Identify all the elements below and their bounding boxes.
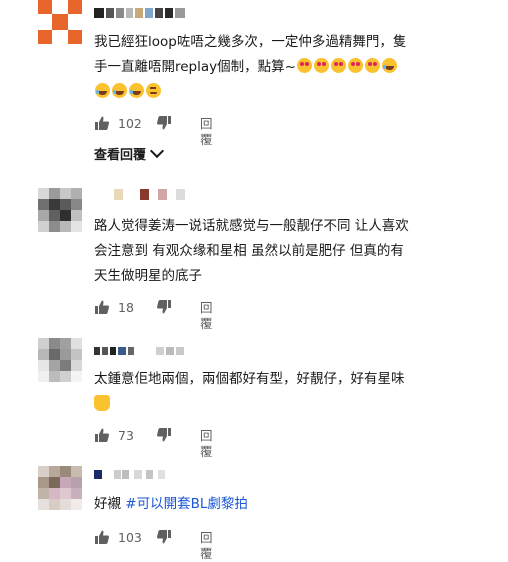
laughing-emoji-icon: [95, 83, 110, 98]
thumbs-up-icon[interactable]: [94, 427, 110, 443]
comment-text-line: 手一直離唔開replay個制，點算~: [94, 59, 296, 75]
reply-button[interactable]: 回覆: [200, 428, 213, 460]
thumbs-up-icon[interactable]: [94, 115, 110, 131]
heart-eyes-emoji-icon: [313, 58, 329, 73]
heart-eyes-emoji-icon: [296, 58, 312, 73]
avatar[interactable]: [38, 338, 82, 382]
thumbs-down-icon[interactable]: [156, 115, 172, 131]
thumbs-down-icon[interactable]: [156, 299, 172, 315]
like-count: 102: [118, 116, 142, 131]
heart-eyes-emoji-icon: [330, 58, 346, 73]
reply-button[interactable]: 回覆: [200, 530, 213, 562]
avatar[interactable]: [38, 188, 82, 232]
thumbs-down-icon[interactable]: [156, 427, 172, 443]
view-replies-label: 查看回覆: [94, 148, 147, 163]
comment-text-line: 路人觉得姜涛一说话就感觉与一般靓仔不同 让人喜欢: [94, 218, 409, 234]
laughing-emoji-icon: [112, 83, 127, 98]
comment-text: 我已經狂loop咗唔之幾多次，一定仲多過精舞門，隻 手一直離唔開replay個制…: [94, 30, 494, 105]
comment-text-line: 会注意到 有观众缘和星相 虽然以前是肥仔 但真的有: [94, 243, 404, 259]
comment-text-plain: 好襯: [94, 496, 126, 512]
laughing-emoji-icon: [129, 83, 144, 98]
avatar[interactable]: [38, 466, 82, 510]
comment-text-line: 太鍾意佢地兩個，兩個都好有型，好靚仔，好有星味: [94, 371, 405, 387]
like-count: 73: [118, 428, 134, 443]
comment-text-line: 我已經狂loop咗唔之幾多次，一定仲多過精舞門，隻: [94, 34, 407, 50]
reply-button[interactable]: 回覆: [200, 300, 213, 332]
hashtag-link[interactable]: #可以開套BL劇黎拍: [125, 496, 248, 512]
comment-text: 太鍾意佢地兩個，兩個都好有型，好靚仔，好有星味: [94, 367, 494, 417]
thumbs-up-emoji-icon: [94, 395, 110, 411]
comment-text: 路人觉得姜涛一说话就感觉与一般靓仔不同 让人喜欢 会注意到 有观众缘和星相 虽然…: [94, 214, 494, 289]
thumbs-up-icon[interactable]: [94, 299, 110, 315]
wink-emoji-icon: [146, 83, 161, 98]
chevron-down-icon: [149, 143, 165, 159]
like-count: 103: [118, 530, 142, 545]
thumbs-down-icon[interactable]: [156, 529, 172, 545]
avatar[interactable]: [38, 0, 82, 44]
heart-eyes-emoji-icon: [347, 58, 363, 73]
comment-text: 好襯 #可以開套BL劇黎拍: [94, 492, 494, 517]
thumbs-up-icon[interactable]: [94, 529, 110, 545]
heart-eyes-emoji-icon: [364, 58, 380, 73]
laughing-emoji-icon: [381, 58, 397, 73]
like-count: 18: [118, 300, 134, 315]
reply-button[interactable]: 回覆: [200, 116, 213, 148]
comment-text-line: 天生做明星的底子: [94, 268, 202, 284]
view-replies-button[interactable]: 查看回覆: [94, 143, 165, 165]
